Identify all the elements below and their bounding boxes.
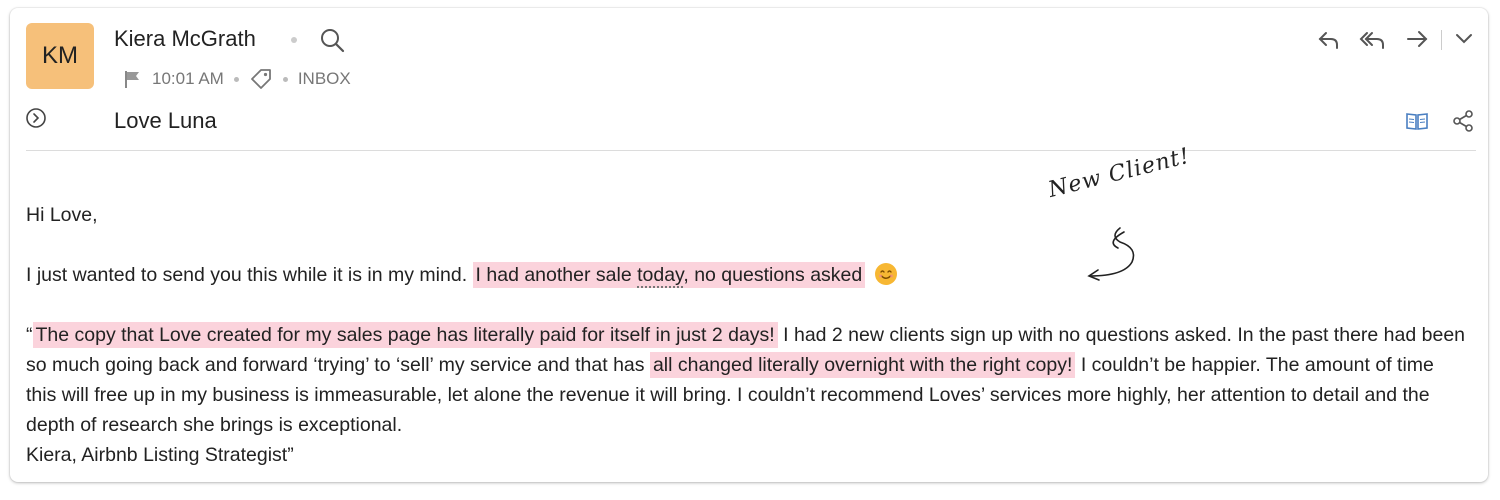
expand-circle-icon[interactable] — [24, 106, 48, 130]
body-text: I just wanted to send you this while it … — [26, 264, 468, 286]
spellcheck-word: today — [637, 264, 684, 288]
flag-icon[interactable] — [122, 69, 142, 89]
avatar[interactable]: KM — [26, 23, 94, 89]
highlighted-text: I had another sale today, no questions a… — [472, 262, 866, 288]
reply-icon[interactable] — [1314, 24, 1344, 54]
chevron-down-icon[interactable] — [1450, 24, 1478, 54]
message-meta: 10:01 AM INBOX — [122, 68, 351, 90]
book-icon[interactable] — [1402, 108, 1432, 134]
sender-name[interactable]: Kiera McGrath — [114, 26, 256, 52]
highlight-part: I had another sale — [475, 264, 638, 286]
handwritten-annotation: New Client! — [1045, 143, 1193, 203]
separator-dot — [291, 37, 297, 43]
signature: Kiera, Airbnb Listing Strategist” — [26, 444, 294, 466]
greeting: Hi Love, — [26, 204, 98, 226]
email-subject: Love Luna — [114, 108, 217, 133]
smiley-emoji-icon — [874, 263, 897, 285]
separator-dot — [233, 76, 239, 82]
share-icon[interactable] — [1449, 108, 1477, 134]
quote-mark: “ — [26, 324, 33, 346]
message-time: 10:01 AM — [152, 69, 224, 88]
email-body: Hi Love, I just wanted to send you this … — [26, 200, 1466, 470]
highlighted-text: The copy that Love created for my sales … — [32, 322, 778, 348]
toolbar-divider — [1441, 30, 1442, 50]
body-paragraph: I just wanted to send you this while it … — [26, 260, 1466, 290]
forward-icon[interactable] — [1402, 24, 1432, 54]
tag-icon[interactable] — [249, 68, 273, 90]
highlight-part: , no questions asked — [683, 264, 863, 286]
testimonial-quote: “The copy that Love created for my sales… — [26, 320, 1466, 440]
folder-label[interactable]: INBOX — [298, 69, 351, 89]
separator-dot — [282, 76, 288, 82]
header-divider — [26, 150, 1476, 151]
highlighted-text: all changed literally overnight with the… — [649, 352, 1076, 378]
email-card: KM Kiera McGrath 10:01 AM INBOX Love Lun… — [10, 8, 1488, 482]
avatar-initials: KM — [42, 42, 78, 69]
search-icon[interactable] — [316, 24, 348, 56]
reply-all-icon[interactable] — [1357, 24, 1389, 54]
